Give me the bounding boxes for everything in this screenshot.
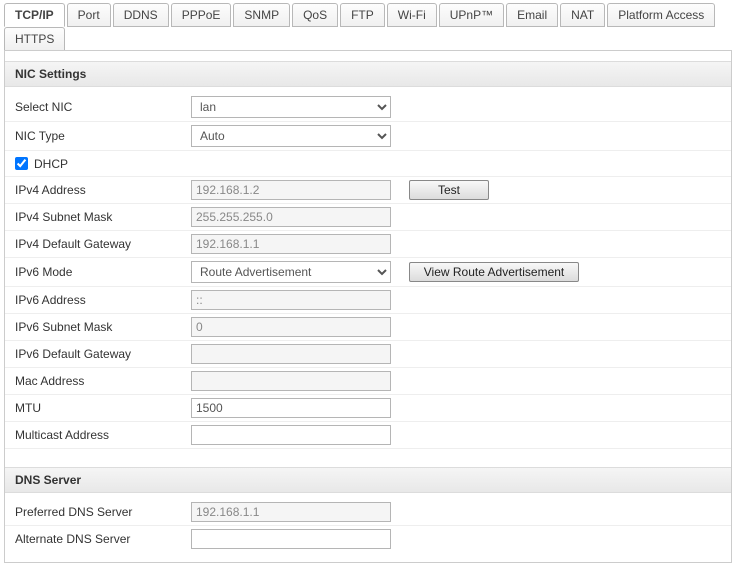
label-alternate-dns: Alternate DNS Server [15,532,191,546]
tab-tcpip[interactable]: TCP/IP [4,3,65,27]
mtu-input[interactable] [191,398,391,418]
label-ipv4-subnet-mask: IPv4 Subnet Mask [15,210,191,224]
alternate-dns-input[interactable] [191,529,391,549]
test-button[interactable]: Test [409,180,489,200]
ipv4-default-gateway-input[interactable] [191,234,391,254]
tab-qos[interactable]: QoS [292,3,338,27]
mac-address-input[interactable] [191,371,391,391]
tab-upnp[interactable]: UPnP™ [439,3,504,27]
ipv6-mode-dropdown[interactable]: Route Advertisement [191,261,391,283]
ipv6-subnet-mask-input[interactable] [191,317,391,337]
preferred-dns-input[interactable] [191,502,391,522]
view-route-advertisement-button[interactable]: View Route Advertisement [409,262,579,282]
label-nic-type: NIC Type [15,129,191,143]
tabs-bar: TCP/IP Port DDNS PPPoE SNMP QoS FTP Wi-F… [4,2,736,50]
nic-type-dropdown[interactable]: Auto [191,125,391,147]
tab-pppoe[interactable]: PPPoE [171,3,232,27]
tab-ddns[interactable]: DDNS [113,3,169,27]
label-ipv6-address: IPv6 Address [15,293,191,307]
dhcp-checkbox[interactable] [15,157,28,170]
label-preferred-dns: Preferred DNS Server [15,505,191,519]
tab-platform-access[interactable]: Platform Access [607,3,715,27]
label-ipv4-address: IPv4 Address [15,183,191,197]
multicast-address-input[interactable] [191,425,391,445]
label-ipv6-subnet-mask: IPv6 Subnet Mask [15,320,191,334]
ipv4-subnet-mask-input[interactable] [191,207,391,227]
label-mtu: MTU [15,401,191,415]
label-ipv6-mode: IPv6 Mode [15,265,191,279]
section-nic-settings: NIC Settings [5,61,731,87]
label-dhcp: DHCP [34,157,68,171]
ipv6-address-input[interactable] [191,290,391,310]
tab-snmp[interactable]: SNMP [233,3,290,27]
tab-email[interactable]: Email [506,3,558,27]
tab-ftp[interactable]: FTP [340,3,385,27]
label-multicast-address: Multicast Address [15,428,191,442]
section-dns-server: DNS Server [5,467,731,493]
ipv6-default-gateway-input[interactable] [191,344,391,364]
select-nic-dropdown[interactable]: lan [191,96,391,118]
label-select-nic: Select NIC [15,100,191,114]
label-ipv4-default-gateway: IPv4 Default Gateway [15,237,191,251]
tab-wifi[interactable]: Wi-Fi [387,3,437,27]
label-mac-address: Mac Address [15,374,191,388]
tcpip-panel: NIC Settings Select NIC lan NIC Type Aut… [4,50,732,563]
label-ipv6-default-gateway: IPv6 Default Gateway [15,347,191,361]
tab-https[interactable]: HTTPS [4,27,65,51]
ipv4-address-input[interactable] [191,180,391,200]
tab-nat[interactable]: NAT [560,3,605,27]
tab-port[interactable]: Port [67,3,111,27]
